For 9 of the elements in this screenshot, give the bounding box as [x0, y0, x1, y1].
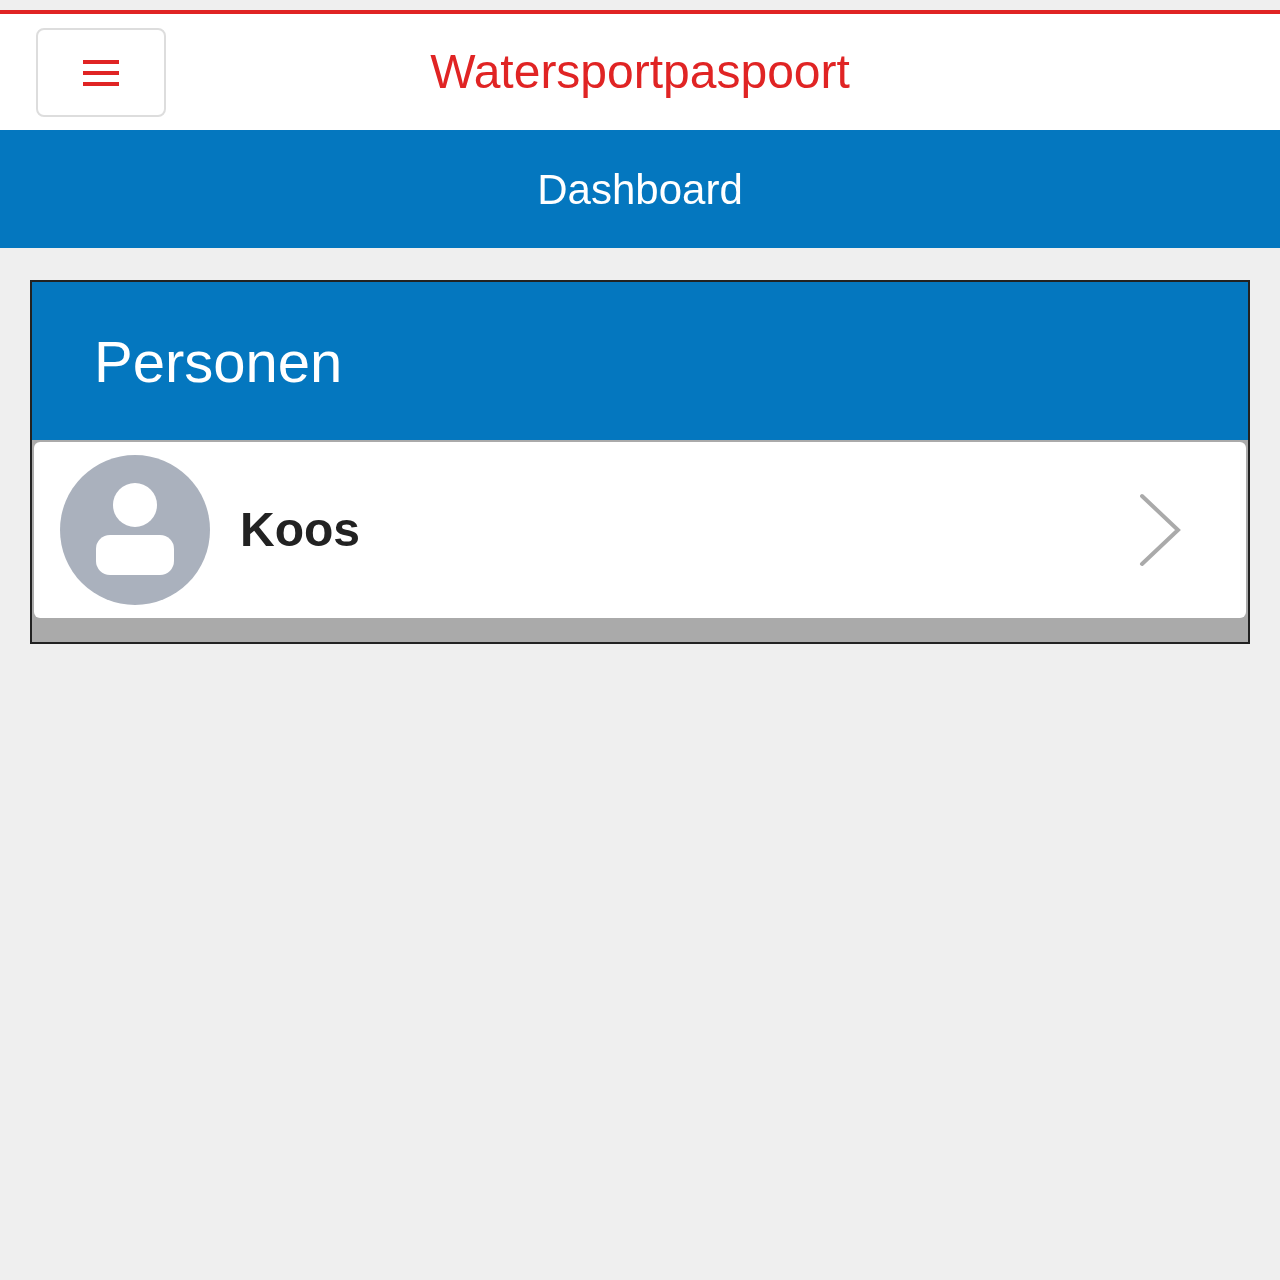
menu-button[interactable] — [36, 28, 166, 117]
page-title: Dashboard — [537, 164, 743, 215]
menu-icon — [83, 57, 119, 88]
card-title: Personen — [94, 327, 343, 396]
avatar-icon — [60, 455, 210, 605]
person-row[interactable]: Koos — [34, 442, 1246, 618]
app-title: Watersportpaspoort — [430, 44, 850, 100]
person-name: Koos — [240, 502, 361, 558]
chevron-right-icon — [1138, 492, 1182, 568]
